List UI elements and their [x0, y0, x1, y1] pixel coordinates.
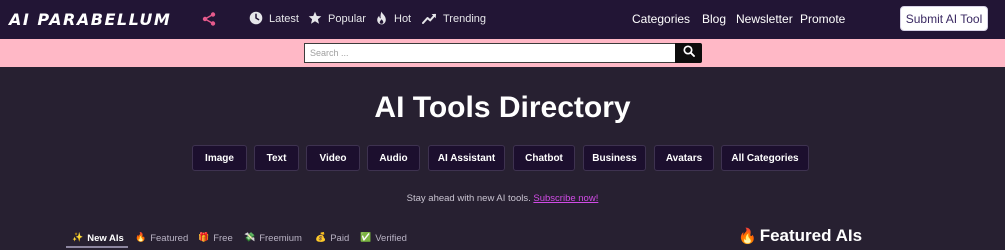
flame-icon [375, 11, 388, 28]
top-navbar: AI PARABELLUM Latest Popular Hot Trendin… [0, 0, 1005, 39]
nav-hot-link[interactable]: Hot [375, 10, 411, 28]
filter-tab-paid[interactable]: 💰 Paid [315, 231, 349, 245]
nav-newsletter-link[interactable]: Newsletter [736, 12, 793, 26]
filter-tab-free[interactable]: 🎁 Free [198, 231, 233, 245]
filter-tab-new-ais[interactable]: ✨ New AIs [72, 231, 124, 245]
category-audio-button[interactable]: Audio [367, 145, 420, 171]
filter-tab-label: Featured [150, 232, 189, 244]
nav-trending-label: Trending [443, 13, 487, 25]
nav-blog-link[interactable]: Blog [702, 12, 726, 26]
category-image-button[interactable]: Image [192, 145, 247, 171]
nav-popular-label: Popular [328, 13, 366, 25]
tagline-text: Stay ahead with new AI tools. [406, 193, 531, 204]
nav-trending-link[interactable]: Trending [422, 10, 486, 28]
filter-tab-freemium[interactable]: 💸 Freemium [244, 231, 302, 245]
site-logo[interactable]: AI PARABELLUM [9, 9, 171, 29]
search-input[interactable] [304, 43, 676, 63]
nav-promote-link[interactable]: Promote [800, 12, 845, 26]
filter-tab-verified[interactable]: ✅ Verified [360, 231, 407, 245]
featured-ais-title: Featured AIs [759, 226, 863, 245]
filter-tab-label: New AIs [87, 232, 124, 244]
nav-latest-link[interactable]: Latest [249, 10, 299, 28]
check-badge-icon: ✅ [360, 233, 372, 243]
nav-popular-link[interactable]: Popular [308, 10, 366, 28]
nav-hot-label: Hot [394, 13, 412, 25]
filter-tab-label: Paid [330, 232, 350, 244]
category-ai-assistant-button[interactable]: AI Assistant [428, 145, 505, 171]
active-tab-indicator [66, 246, 128, 248]
share-icon[interactable] [201, 11, 217, 27]
search-button[interactable] [675, 43, 702, 63]
category-chatbot-button[interactable]: Chatbot [513, 145, 575, 171]
filter-tab-label: Verified [375, 232, 407, 244]
submit-ai-tool-button[interactable]: Submit AI Tool [900, 6, 988, 31]
filter-tab-label: Freemium [259, 232, 302, 244]
money-wings-icon: 💸 [244, 233, 256, 243]
trending-up-icon [422, 11, 437, 28]
filter-tab-featured[interactable]: 🔥 Featured [135, 231, 188, 245]
newsletter-tagline: Stay ahead with new AI tools. Subscribe … [0, 193, 1005, 204]
search-band [0, 39, 1005, 67]
clock-icon [249, 11, 263, 28]
category-video-button[interactable]: Video [306, 145, 360, 171]
gift-icon: 🎁 [198, 233, 210, 243]
fire-icon: 🔥 [738, 227, 757, 245]
money-bag-icon: 💰 [315, 233, 327, 243]
fire-icon: 🔥 [135, 233, 147, 243]
featured-ais-heading: 🔥 Featured AIs [738, 225, 862, 247]
page-title: AI Tools Directory [374, 91, 631, 124]
search-icon [682, 44, 695, 62]
star-icon [308, 11, 322, 28]
nav-latest-label: Latest [269, 13, 299, 25]
category-business-button[interactable]: Business [583, 145, 646, 171]
sparkles-icon: ✨ [72, 233, 84, 243]
nav-categories-link[interactable]: Categories [632, 12, 690, 26]
category-all-button[interactable]: All Categories [721, 145, 809, 171]
filter-tab-label: Free [213, 232, 233, 244]
category-text-button[interactable]: Text [254, 145, 299, 171]
category-avatars-button[interactable]: Avatars [654, 145, 714, 171]
logo-text: AI PARABELLUM [9, 9, 172, 29]
subscribe-link[interactable]: Subscribe now! [533, 193, 598, 204]
